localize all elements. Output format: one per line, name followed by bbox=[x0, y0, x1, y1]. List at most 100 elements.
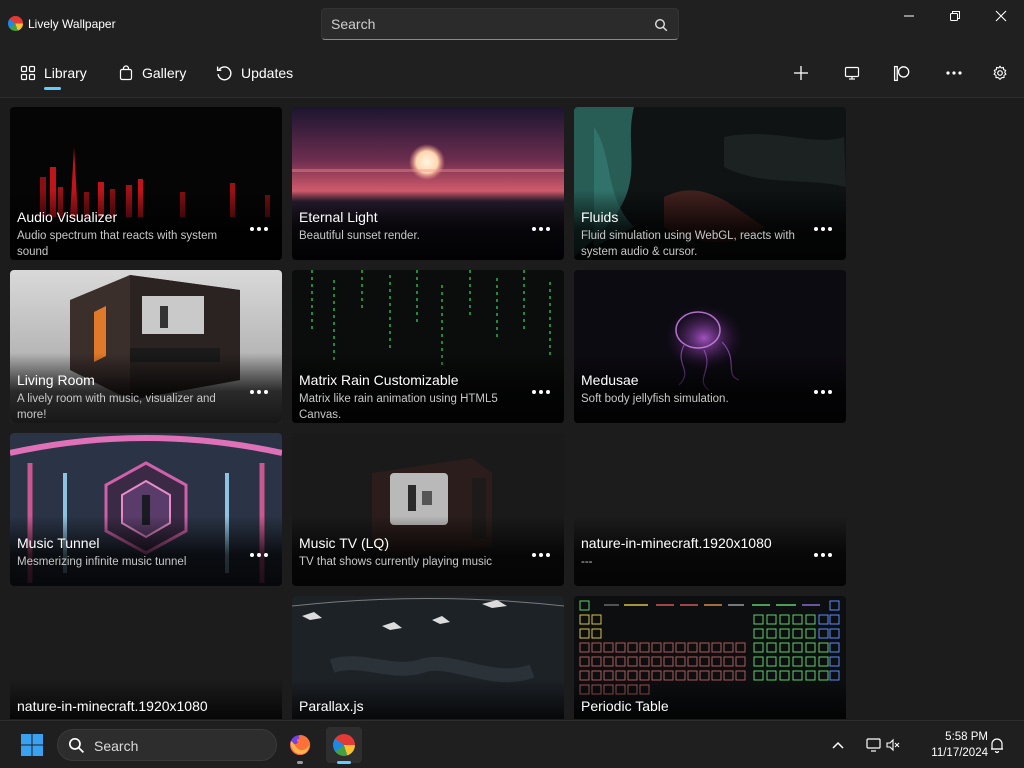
tab-gallery[interactable]: Gallery bbox=[118, 60, 186, 86]
card-description: Matrix like rain animation using HTML5 C… bbox=[299, 393, 498, 421]
card-title: Medusae bbox=[581, 372, 639, 388]
search-input[interactable] bbox=[322, 9, 642, 39]
app-title: Lively Wallpaper bbox=[28, 17, 116, 31]
add-wallpaper-button[interactable] bbox=[786, 60, 816, 86]
bell-icon bbox=[991, 738, 1003, 753]
card-title: nature-in-minecraft.1920x1080 bbox=[17, 698, 208, 714]
taskbar-search-label: Search bbox=[94, 738, 139, 754]
minimize-button[interactable] bbox=[886, 0, 932, 32]
refresh-icon bbox=[216, 65, 232, 80]
wallpaper-card-medusae[interactable]: Medusae Soft body jellyfish simulation. bbox=[574, 270, 846, 423]
wallpaper-card-matrix-rain[interactable]: Matrix Rain Customizable Matrix like rai… bbox=[292, 270, 564, 423]
search-box[interactable] bbox=[321, 8, 679, 40]
tab-gallery-label: Gallery bbox=[142, 65, 187, 81]
card-description: Audio spectrum that reacts with system s… bbox=[17, 230, 218, 258]
restore-button[interactable] bbox=[932, 0, 978, 32]
card-title: nature-in-minecraft.1920x1080 bbox=[581, 535, 772, 551]
running-indicator bbox=[297, 761, 303, 764]
restore-icon bbox=[950, 11, 960, 21]
plus-icon bbox=[794, 66, 808, 80]
card-title: Audio Visualizer bbox=[17, 209, 118, 225]
card-title: Fluids bbox=[581, 209, 619, 225]
patreon-icon bbox=[893, 65, 909, 81]
start-button[interactable] bbox=[14, 727, 50, 763]
card-more-button[interactable] bbox=[530, 221, 552, 237]
taskbar-search[interactable]: Search bbox=[57, 729, 277, 761]
active-tab-indicator bbox=[44, 87, 61, 90]
card-description: Mesmerizing infinite music tunnel bbox=[17, 556, 187, 568]
card-shade bbox=[292, 516, 564, 586]
title-bar: Lively Wallpaper bbox=[0, 0, 1024, 48]
card-title: Matrix Rain Customizable bbox=[299, 372, 459, 388]
card-more-button[interactable] bbox=[248, 384, 270, 400]
firefox-icon bbox=[290, 734, 311, 755]
wallpaper-card-parallax[interactable]: Parallax.js bbox=[292, 596, 564, 719]
gear-icon bbox=[993, 65, 1007, 80]
card-more-button[interactable] bbox=[248, 547, 270, 563]
card-description: Fluid simulation using WebGL, reacts wit… bbox=[581, 230, 795, 258]
tab-library-label: Library bbox=[44, 65, 87, 81]
search-icon[interactable] bbox=[654, 18, 668, 32]
notifications-button[interactable] bbox=[984, 727, 1010, 763]
windows-logo-icon bbox=[21, 734, 43, 756]
wallpaper-card-music-tunnel[interactable]: Music Tunnel Mesmerizing infinite music … bbox=[10, 433, 282, 586]
control-panel-button[interactable] bbox=[837, 60, 867, 86]
settings-button[interactable] bbox=[985, 60, 1015, 86]
card-description: Beautiful sunset render. bbox=[299, 230, 420, 242]
taskbar: Search 5:58 PM 11/17/2024 bbox=[0, 720, 1024, 768]
wallpaper-card-eternal-light[interactable]: Eternal Light Beautiful sunset render. bbox=[292, 107, 564, 260]
card-shade bbox=[574, 353, 846, 423]
patreon-button[interactable] bbox=[886, 60, 916, 86]
speaker-muted-icon bbox=[886, 738, 900, 752]
wallpaper-card-nature-in-minecraft-2[interactable]: nature-in-minecraft.1920x1080 bbox=[10, 596, 282, 719]
tab-updates-label: Updates bbox=[241, 65, 294, 81]
wallpaper-card-music-tv[interactable]: Music TV (LQ) TV that shows currently pl… bbox=[292, 433, 564, 586]
more-options-button[interactable] bbox=[939, 60, 969, 86]
nav-bar: Library Gallery Updates bbox=[0, 48, 1024, 98]
network-icon bbox=[866, 738, 881, 752]
minimize-icon bbox=[904, 15, 914, 17]
card-description: --- bbox=[581, 556, 593, 568]
card-description: A lively room with music, visualizer and… bbox=[17, 393, 216, 421]
taskbar-lively-wallpaper[interactable] bbox=[326, 727, 362, 764]
tab-library[interactable]: Library bbox=[20, 60, 87, 86]
card-more-button[interactable] bbox=[812, 547, 834, 563]
system-clock[interactable]: 5:58 PM 11/17/2024 bbox=[912, 729, 988, 761]
show-hidden-icons-button[interactable] bbox=[820, 727, 856, 763]
card-description: TV that shows currently playing music bbox=[299, 556, 493, 568]
search-icon bbox=[68, 737, 85, 754]
card-description: Soft body jellyfish simulation. bbox=[581, 393, 729, 405]
taskbar-firefox[interactable] bbox=[282, 727, 318, 764]
wallpaper-card-living-room[interactable]: Living Room A lively room with music, vi… bbox=[10, 270, 282, 423]
card-shade bbox=[10, 516, 282, 586]
clock-time: 5:58 PM bbox=[945, 731, 988, 743]
card-title: Living Room bbox=[17, 372, 95, 388]
card-title: Music TV (LQ) bbox=[299, 535, 389, 551]
card-more-button[interactable] bbox=[812, 384, 834, 400]
tab-updates[interactable]: Updates bbox=[216, 60, 293, 86]
card-title: Parallax.js bbox=[299, 698, 364, 714]
active-indicator bbox=[337, 761, 351, 764]
lively-logo-icon bbox=[333, 734, 355, 756]
network-volume-tray[interactable] bbox=[860, 727, 906, 763]
card-shade bbox=[574, 516, 846, 586]
card-title: Periodic Table bbox=[581, 698, 669, 714]
more-horizontal-icon bbox=[946, 71, 962, 75]
wallpaper-grid: Audio Visualizer Audio spectrum that rea… bbox=[0, 99, 1024, 719]
wallpaper-card-periodic-table[interactable]: Periodic Table bbox=[574, 596, 846, 719]
card-more-button[interactable] bbox=[530, 384, 552, 400]
card-more-button[interactable] bbox=[248, 221, 270, 237]
monitor-icon bbox=[844, 66, 860, 80]
close-icon bbox=[995, 10, 1007, 22]
close-button[interactable] bbox=[978, 0, 1024, 32]
card-title: Music Tunnel bbox=[17, 535, 100, 551]
chevron-up-icon bbox=[832, 741, 844, 749]
wallpaper-card-audio-visualizer[interactable]: Audio Visualizer Audio spectrum that rea… bbox=[10, 107, 282, 260]
card-more-button[interactable] bbox=[812, 221, 834, 237]
wallpaper-card-fluids[interactable]: Fluids Fluid simulation using WebGL, rea… bbox=[574, 107, 846, 260]
card-more-button[interactable] bbox=[530, 547, 552, 563]
card-shade bbox=[292, 190, 564, 260]
wallpaper-card-nature-in-minecraft-1[interactable]: nature-in-minecraft.1920x1080 --- bbox=[574, 433, 846, 586]
shopping-bag-icon bbox=[119, 65, 133, 81]
library-grid-icon bbox=[20, 65, 36, 81]
